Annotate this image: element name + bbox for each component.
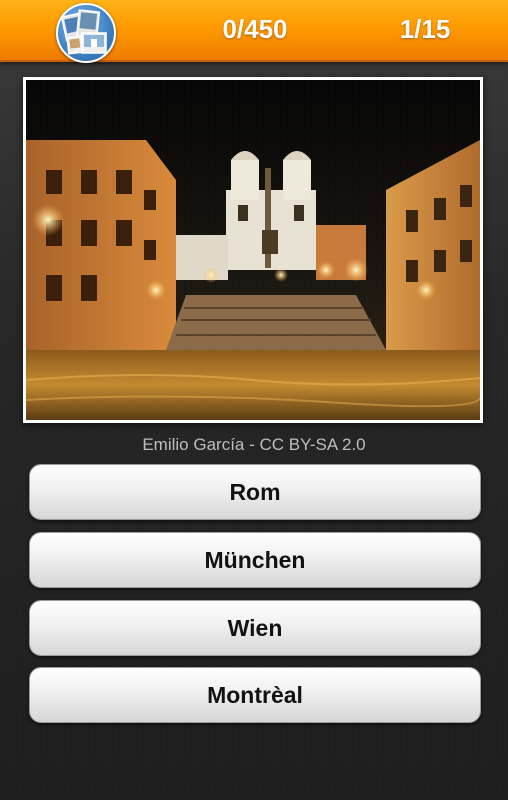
question-progress: 1/15: [399, 14, 451, 44]
app-screen: 0/450 1/15 Emilio García - CC BY-SA 2.0 …: [0, 0, 508, 800]
photo-credit: Emilio García - CC BY-SA 2.0: [142, 435, 366, 454]
answer-button-4[interactable]: Montrèal: [29, 667, 481, 723]
city-photo-image: [26, 80, 480, 420]
answer-button-3[interactable]: Wien: [29, 600, 481, 656]
app-logo-icon[interactable]: [56, 3, 116, 63]
score-counter: 0/450: [222, 14, 288, 44]
question-photo: [23, 77, 483, 423]
answer-button-1[interactable]: Rom: [29, 464, 481, 520]
top-bar: 0/450 1/15: [0, 0, 508, 63]
answer-button-2[interactable]: München: [29, 532, 481, 588]
